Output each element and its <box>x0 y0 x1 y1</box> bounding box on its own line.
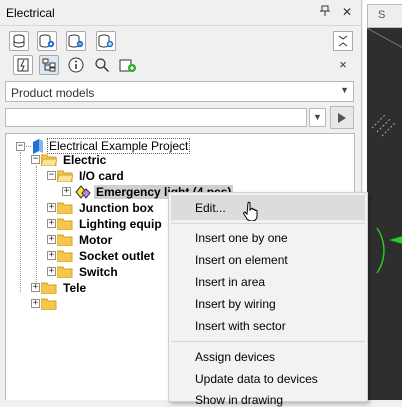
tree-node-label[interactable]: Tele <box>63 281 86 295</box>
emergency-light-icon <box>75 185 91 199</box>
info-icon[interactable] <box>66 55 86 75</box>
electric-icon[interactable] <box>13 55 33 75</box>
menu-item-assign-devices[interactable]: Assign devices <box>195 350 275 364</box>
menu-item-insert-on-element[interactable]: Insert on element <box>195 253 288 267</box>
folder-icon <box>57 234 73 246</box>
expand-toggle[interactable]: + <box>62 187 71 196</box>
close-toolbar-button[interactable]: × <box>336 58 350 72</box>
expand-toggle[interactable]: + <box>47 219 56 228</box>
expand-toggle[interactable]: − <box>16 142 25 151</box>
search-icon[interactable] <box>92 55 112 75</box>
folder-icon <box>41 298 57 310</box>
database-icon[interactable] <box>9 31 29 51</box>
expand-toggle[interactable]: − <box>31 155 40 164</box>
panel-titlebar: Electrical ✕ <box>0 0 362 26</box>
filter-dropdown-button[interactable]: ▼ <box>309 108 326 127</box>
collapse-icon[interactable] <box>333 31 353 51</box>
expand-toggle[interactable]: + <box>47 235 56 244</box>
folder-icon <box>57 218 73 230</box>
expand-toggle[interactable]: + <box>47 267 56 276</box>
pin-icon[interactable] <box>318 5 332 19</box>
folder-open-icon <box>57 170 73 182</box>
drawing-graphics <box>366 27 402 274</box>
filter-input[interactable] <box>5 108 307 127</box>
project-icon <box>33 139 43 154</box>
menu-item-edit[interactable]: Edit... <box>195 201 226 215</box>
hand-cursor-icon <box>243 201 258 221</box>
menu-item-insert-with-sector[interactable]: Insert with sector <box>195 319 286 333</box>
folder-icon <box>57 266 73 278</box>
expand-toggle[interactable]: − <box>47 171 56 180</box>
tree-node-label[interactable]: Lighting equip <box>79 217 162 231</box>
arrow-right-icon <box>338 112 346 123</box>
menu-item-insert-one-by-one[interactable]: Insert one by one <box>195 231 288 245</box>
menu-item-insert-in-area[interactable]: Insert in area <box>195 275 265 289</box>
filter-apply-button[interactable] <box>330 106 354 129</box>
tree-view-icon[interactable] <box>39 55 59 75</box>
database-update-icon[interactable] <box>96 31 116 51</box>
tree-node-label[interactable]: Electric <box>63 153 106 167</box>
expand-toggle[interactable]: + <box>31 283 40 292</box>
menu-item-update-data[interactable]: Update data to devices <box>195 372 318 386</box>
database-settings-icon[interactable] <box>37 31 57 51</box>
drawing-canvas[interactable] <box>366 27 402 400</box>
context-menu: Edit... Insert one by one Insert on elem… <box>168 192 368 407</box>
database-sync-icon[interactable] <box>66 31 86 51</box>
tree-node-label[interactable]: Socket outlet <box>79 249 154 263</box>
expand-toggle[interactable]: + <box>47 251 56 260</box>
panel-title: Electrical <box>6 6 55 20</box>
tree-node-label[interactable]: I/O card <box>79 169 124 183</box>
folder-icon <box>57 250 73 262</box>
close-icon[interactable]: ✕ <box>340 5 354 19</box>
product-models-value: Product models <box>11 86 95 100</box>
product-models-select[interactable]: Product models ▼ <box>5 81 354 102</box>
expand-toggle[interactable]: + <box>47 203 56 212</box>
expand-toggle[interactable]: + <box>31 299 40 308</box>
tree-node-label[interactable]: Motor <box>79 233 112 247</box>
folder-open-icon <box>41 154 57 166</box>
menu-item-show-in-drawing[interactable]: Show in drawing <box>195 393 283 407</box>
drawing-tab[interactable]: S <box>367 4 402 28</box>
menu-item-insert-by-wiring[interactable]: Insert by wiring <box>195 297 276 311</box>
add-item-icon[interactable] <box>118 55 138 75</box>
tree-node-label[interactable]: Junction box <box>79 201 154 215</box>
tree-node-label[interactable]: Switch <box>79 265 118 279</box>
folder-icon <box>41 282 57 294</box>
chevron-down-icon: ▼ <box>340 85 349 95</box>
folder-icon <box>57 202 73 214</box>
chevron-down-icon: ▼ <box>313 112 322 122</box>
tree-root-label[interactable]: Electrical Example Project <box>47 138 191 154</box>
